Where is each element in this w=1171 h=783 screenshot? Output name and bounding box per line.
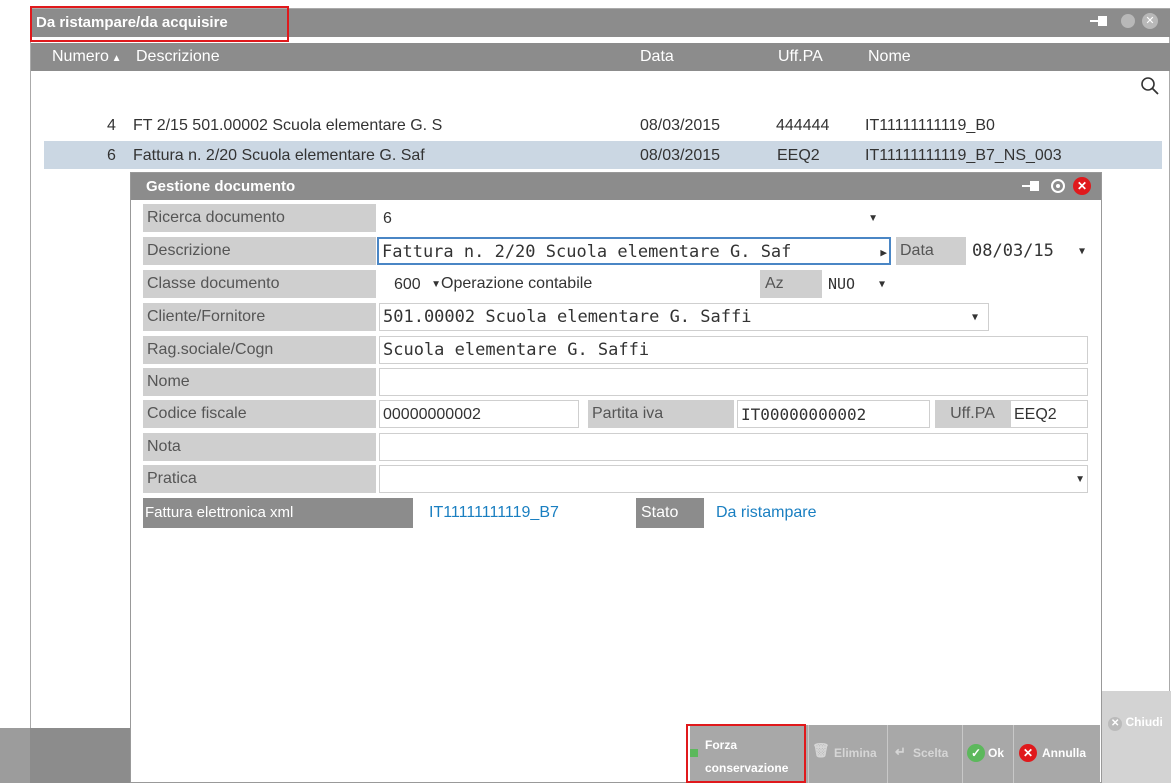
nome-label: Nome <box>143 368 376 396</box>
column-uffpa[interactable]: Uff.PA <box>778 48 823 66</box>
descrizione-label: Descrizione <box>143 237 376 265</box>
row-numero: 4 <box>107 117 116 134</box>
dropdown-caret-icon: ▼ <box>1075 474 1085 485</box>
operazione-contabile-label: Operazione contabile <box>441 275 593 292</box>
trash-icon: 🗑 <box>812 742 830 758</box>
row-numero: 6 <box>107 147 116 164</box>
list-header: Numero ▲ Descrizione Data Uff.PA Nome <box>31 43 1170 71</box>
ragione-sociale-label: Rag.sociale/Cogn <box>143 336 376 364</box>
toolbar-separator <box>1013 725 1014 783</box>
data-label: Data <box>896 237 966 265</box>
close-circle-icon: ✕ <box>1108 717 1123 731</box>
dropdown-caret-icon: ▼ <box>878 279 885 290</box>
chiudi-button[interactable]: ✕ Chiudi <box>1100 706 1171 738</box>
row-descrizione: FT 2/15 501.00002 Scuola elementare G. S <box>133 117 443 134</box>
column-descrizione[interactable]: Descrizione <box>136 48 220 66</box>
stato-label: Stato <box>636 498 704 528</box>
ricerca-documento-select[interactable]: 6 ▼ <box>379 204 889 232</box>
annulla-button[interactable]: ✕ Annulla <box>1015 725 1100 783</box>
partita-iva-input[interactable]: IT00000000002 <box>737 400 930 428</box>
modal-title: Gestione documento <box>146 178 296 195</box>
dropdown-caret-icon: ▼ <box>868 213 878 224</box>
row-nome: IT11111111119_B7_NS_003 <box>865 147 1062 164</box>
column-data[interactable]: Data <box>640 48 674 66</box>
dropdown-caret-icon: ▼ <box>431 279 441 290</box>
ok-button[interactable]: ✓ Ok <box>964 725 1012 783</box>
cliente-fornitore-label: Cliente/Fornitore <box>143 303 376 331</box>
close-modal-icon[interactable]: ✕ <box>1073 177 1091 195</box>
partita-iva-label: Partita iva <box>588 400 734 428</box>
checkmark-icon: ✓ <box>967 744 985 762</box>
search-icon[interactable] <box>1140 76 1160 98</box>
table-row[interactable]: 4 FT 2/15 501.00002 Scuola elementare G.… <box>31 111 1162 141</box>
nota-input[interactable] <box>379 433 1088 461</box>
fattura-xml-label: Fattura elettronica xml <box>143 498 413 528</box>
data-select[interactable]: 08/03/15 ▼ <box>968 237 1088 265</box>
codice-fiscale-input[interactable]: 00000000002 <box>379 400 579 428</box>
dropdown-caret-icon: ▼ <box>971 312 978 323</box>
left-bottom-strip <box>0 728 30 783</box>
fattura-xml-link[interactable]: IT11111111119_B7 <box>429 498 559 528</box>
row-data: 08/03/2015 <box>640 147 721 164</box>
uffpa-label: Uff.PA <box>935 400 1010 428</box>
scroll-right-icon[interactable]: ▶ <box>880 239 887 266</box>
pratica-label: Pratica <box>143 465 376 493</box>
descrizione-input[interactable]: Fattura n. 2/20 Scuola elementare G. Saf… <box>377 237 891 265</box>
restore-icon[interactable] <box>1121 14 1135 28</box>
stato-value: Da ristampare <box>716 504 817 521</box>
cancel-icon: ✕ <box>1019 744 1037 762</box>
title-highlight-box <box>30 6 289 42</box>
uffpa-input[interactable]: EEQ2 <box>1010 400 1088 428</box>
toolbar-separator <box>962 725 963 783</box>
table-row-selected[interactable]: 6 Fattura n. 2/20 Scuola elementare G. S… <box>44 141 1162 169</box>
ricerca-documento-label: Ricerca documento <box>143 204 376 232</box>
row-data: 08/03/2015 <box>640 117 721 134</box>
scelta-button[interactable]: ↵ Scelta <box>889 725 961 783</box>
toolbar-separator <box>808 725 809 783</box>
target-icon[interactable] <box>1051 179 1065 193</box>
dropdown-caret-icon: ▼ <box>1078 246 1085 257</box>
pin-icon[interactable] <box>1090 13 1108 32</box>
return-icon: ↵ <box>895 744 906 759</box>
nome-input[interactable] <box>379 368 1088 396</box>
az-select[interactable]: NUO ▼ <box>824 270 888 298</box>
pin-icon[interactable] <box>1022 178 1040 199</box>
column-numero[interactable]: Numero ▲ <box>52 48 122 66</box>
toolbar-separator <box>887 725 888 783</box>
pratica-select[interactable]: ▼ <box>379 465 1088 493</box>
row-descrizione: Fattura n. 2/20 Scuola elementare G. Saf <box>133 147 425 164</box>
row-nome: IT11111111119_B0 <box>865 117 995 134</box>
cliente-fornitore-select[interactable]: 501.00002 Scuola elementare G. Saffi ▼ <box>379 303 989 331</box>
elimina-button[interactable]: 🗑 Elimina <box>810 725 886 783</box>
forza-highlight-box <box>686 724 806 783</box>
codice-fiscale-label: Codice fiscale <box>143 400 376 428</box>
column-nome[interactable]: Nome <box>868 48 911 66</box>
close-window-icon[interactable]: ✕ <box>1142 13 1158 29</box>
az-label: Az <box>760 270 822 298</box>
row-uffpa: 444444 <box>776 117 830 134</box>
classe-documento-label: Classe documento <box>143 270 376 298</box>
ragione-sociale-input[interactable]: Scuola elementare G. Saffi <box>379 336 1088 364</box>
nota-label: Nota <box>143 433 376 461</box>
classe-documento-select[interactable]: 600 ▼ <box>390 270 442 298</box>
row-uffpa: EEQ2 <box>777 147 820 164</box>
bottom-bar-left <box>30 728 130 783</box>
